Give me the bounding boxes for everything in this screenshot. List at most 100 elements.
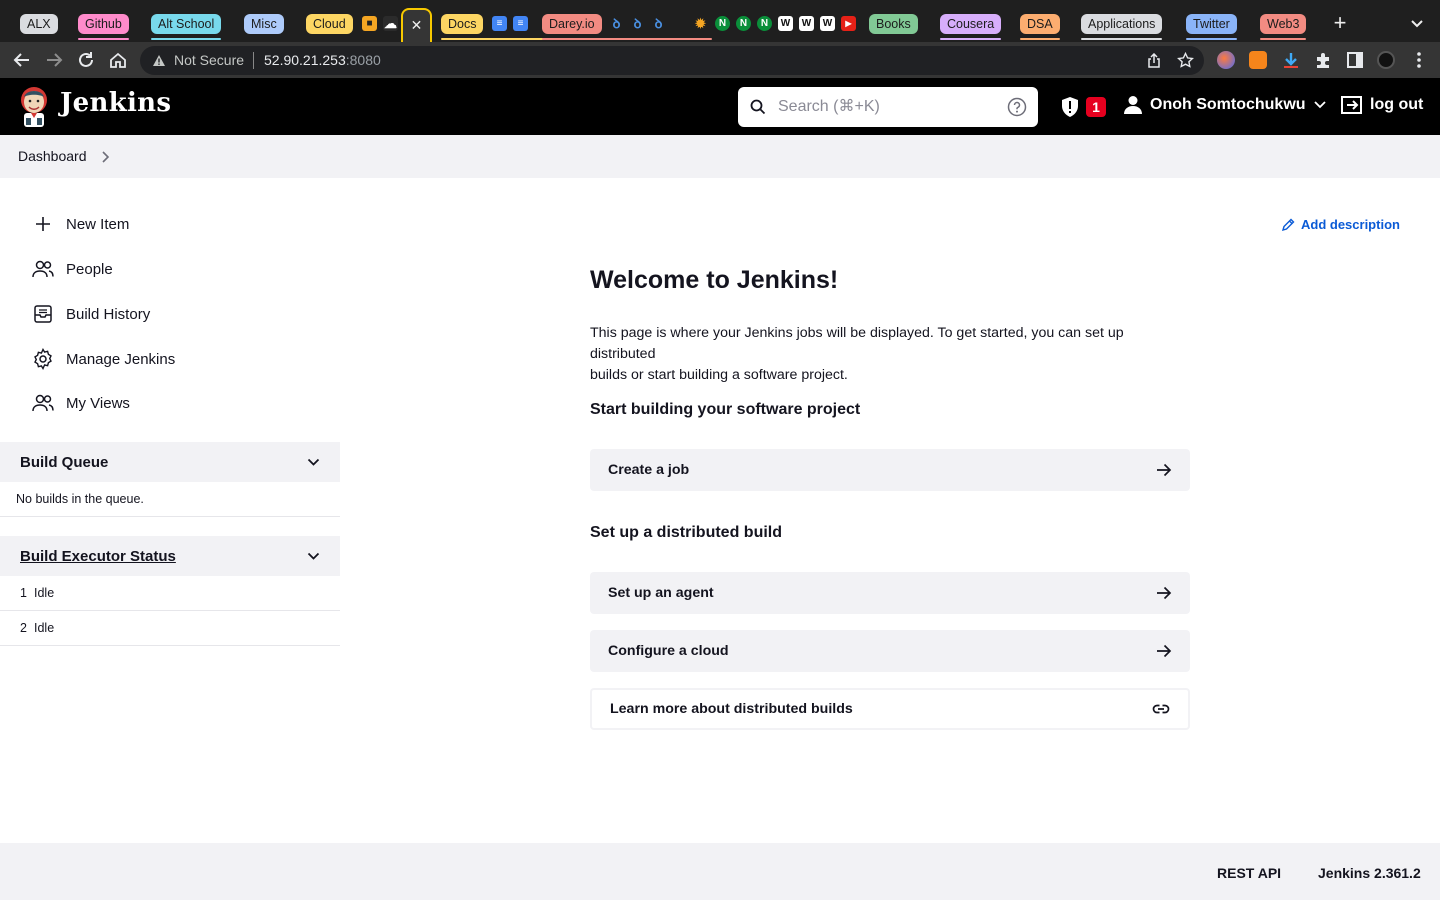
tab-group-web3[interactable]: Web3 [1260,14,1307,40]
arrow-right-icon [1157,586,1172,600]
main-content: Welcome to Jenkins! This page is where y… [590,266,1190,730]
task-build-history[interactable]: Build History [32,294,150,334]
search-box[interactable] [738,87,1038,127]
intro-text: This page is where your Jenkins jobs wil… [590,325,1124,383]
chevron-down-icon[interactable] [307,552,320,561]
tab-group-dsa[interactable]: DSA [1020,14,1060,40]
add-description-link[interactable]: Add description [1281,217,1400,232]
configure-cloud-button[interactable]: Configure a cloud [590,630,1190,672]
forward-icon[interactable] [44,50,64,70]
shield-alert-icon[interactable] [1060,96,1080,118]
task-people[interactable]: People [32,249,113,289]
logout-icon [1341,96,1362,114]
version-link[interactable]: Jenkins 2.361.2 [1318,865,1421,881]
sidepanel-icon[interactable] [1345,50,1365,70]
tab-group-applications[interactable]: Applications [1081,14,1163,40]
rest-api-link[interactable]: REST API [1217,865,1281,881]
tab-group-cloud[interactable]: Cloud [306,14,353,34]
gear-icon [32,348,54,370]
n-icon[interactable]: N [736,16,751,31]
task-label: My Views [66,394,130,412]
docs-icon[interactable]: ≡ [513,16,528,31]
alert-count-badge[interactable]: 1 [1086,97,1106,117]
browser-toolbar: Not Secure 52.90.21.253:8080 [0,42,1440,78]
breadcrumb: Dashboard [0,135,1440,178]
puzzle-icon[interactable] [1313,50,1333,70]
url-text[interactable]: 52.90.21.253:8080 [264,52,381,68]
docs-icon[interactable]: ≡ [492,16,507,31]
profile-avatar[interactable] [1377,51,1395,69]
tab-group-dareyio[interactable]: Darey.io [542,14,712,40]
home-icon[interactable] [108,50,128,70]
task-label: New Item [66,215,130,233]
tab-group-github[interactable]: Github [78,14,129,40]
build-queue-empty: No builds in the queue. [0,482,340,517]
wikipedia-icon[interactable]: W [799,16,814,31]
tab-group-books[interactable]: Books [869,14,918,34]
more-menu-icon[interactable] [1409,50,1429,70]
security-label[interactable]: Not Secure [174,52,244,68]
setup-agent-button[interactable]: Set up an agent [590,572,1190,614]
tab-group-misc[interactable]: Misc [244,14,284,34]
help-icon[interactable] [1007,97,1027,117]
executor-status-header[interactable]: Build Executor Status [0,536,340,576]
task-manage-jenkins[interactable]: Manage Jenkins [32,339,175,379]
people-icon [32,392,54,414]
back-icon[interactable] [12,50,32,70]
share-icon[interactable] [1146,53,1162,69]
reload-icon[interactable] [76,50,96,70]
bookmark-star-icon[interactable] [1177,52,1194,69]
breadcrumb-item-dashboard[interactable]: Dashboard [18,148,87,164]
user-menu[interactable]: Onoh Somtochukwu [1124,95,1326,115]
jenkins-header: Jenkins 1 Onoh Somtochukwu log out [0,78,1440,135]
executor-status-title[interactable]: Build Executor Status [20,548,176,565]
logout-button[interactable]: log out [1340,95,1423,115]
close-icon[interactable]: ✕ [403,10,430,40]
sun-icon[interactable]: ✹ [693,16,708,31]
jenkins-logo[interactable] [18,85,50,127]
learn-more-link[interactable]: Learn more about distributed builds [590,688,1190,730]
inbox-icon [32,303,54,325]
task-label: Build History [66,305,151,323]
app-icon[interactable]: ꝺ [630,16,645,31]
plus-icon [32,213,54,235]
user-name: Onoh Somtochukwu [1150,96,1306,113]
tab-group-alx[interactable]: ALX [20,14,58,34]
chevron-right-icon[interactable] [100,151,110,163]
arrow-right-icon [1157,463,1172,477]
app-icon[interactable]: ꝺ [609,16,624,31]
tab-group-twitter[interactable]: Twitter [1186,14,1237,40]
app-icon[interactable]: ꝺ [651,16,666,31]
brand-name[interactable]: Jenkins [60,88,171,118]
tab-group-docs[interactable]: Docs [441,14,564,40]
wikipedia-icon[interactable]: W [820,16,835,31]
cloud-icon[interactable]: ☁ [383,16,398,31]
create-job-button[interactable]: Create a job [590,449,1190,491]
task-new-item[interactable]: New Item [32,204,129,244]
chevron-down-icon[interactable] [1408,14,1426,32]
tab-group-cousera[interactable]: Cousera [940,14,1002,40]
build-queue-header[interactable]: Build Queue [0,442,340,482]
active-tab[interactable]: ✕ [401,8,432,42]
executor-status-pane: Build Executor Status 1 Idle 2 Idle [0,536,340,646]
chevron-down-icon[interactable] [307,458,320,467]
warning-icon[interactable] [152,54,166,67]
metamask-icon[interactable] [1249,51,1267,69]
download-icon[interactable] [1281,50,1301,70]
search-input[interactable] [778,95,998,119]
extension-icon[interactable] [1217,51,1235,69]
task-my-views[interactable]: My Views [32,383,130,423]
chevron-down-icon [1313,101,1326,109]
box-icon[interactable]: ■ [362,16,377,31]
wikipedia-icon[interactable]: W [778,16,793,31]
page-title: Welcome to Jenkins! [590,266,839,294]
n-icon[interactable]: N [715,16,730,31]
n-icon[interactable]: N [757,16,772,31]
task-label: Manage Jenkins [66,350,176,368]
task-label: People [66,260,113,278]
youtube-icon[interactable]: ▶ [841,16,856,31]
link-icon [1152,704,1170,714]
tab-group-alt-school[interactable]: Alt School [151,14,222,40]
address-bar[interactable]: Not Secure 52.90.21.253:8080 [140,46,1204,75]
new-tab-button[interactable]: + [1330,10,1350,36]
